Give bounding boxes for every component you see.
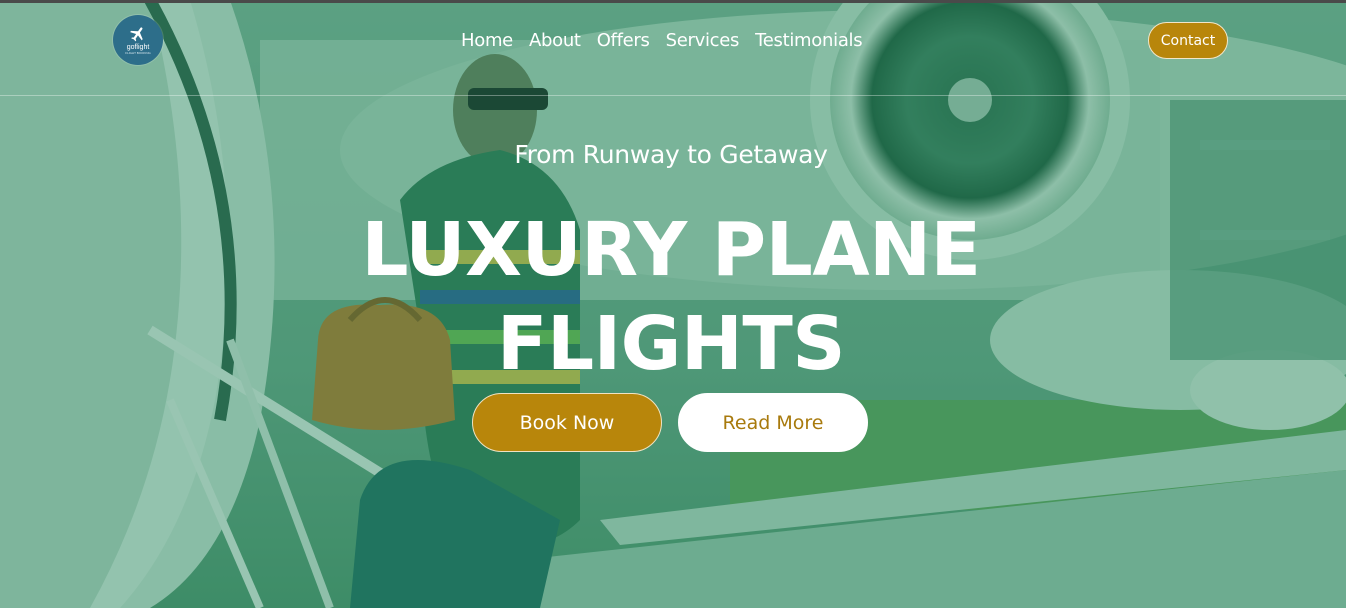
- nav-about[interactable]: About: [529, 30, 581, 54]
- nav-testimonials[interactable]: Testimonials: [755, 30, 863, 54]
- hero-title-line-1: LUXURY PLANE: [361, 207, 981, 293]
- airplane-icon: [130, 27, 143, 42]
- book-now-button[interactable]: Book Now: [472, 393, 662, 452]
- nav-services[interactable]: Services: [666, 30, 740, 54]
- hero-title-line-2: FLIGHTS: [496, 301, 846, 387]
- logo-tagline: FLIGHT BOOKING: [125, 51, 151, 55]
- read-more-button[interactable]: Read More: [678, 393, 868, 452]
- header-divider: [0, 95, 1346, 96]
- landing-page: goflight FLIGHT BOOKING Home About Offer…: [0, 0, 1346, 608]
- nav-offers[interactable]: Offers: [597, 30, 650, 54]
- contact-button[interactable]: Contact: [1148, 22, 1228, 59]
- top-border: [0, 0, 1346, 3]
- main-nav: Home About Offers Services Testimonials: [461, 30, 863, 54]
- logo-text: goflight: [126, 44, 150, 51]
- hero-subtitle: From Runway to Getaway: [514, 140, 828, 169]
- brand-logo[interactable]: goflight FLIGHT BOOKING: [113, 15, 163, 65]
- nav-home[interactable]: Home: [461, 30, 513, 54]
- hero-title: LUXURY PLANE FLIGHTS: [0, 203, 1342, 391]
